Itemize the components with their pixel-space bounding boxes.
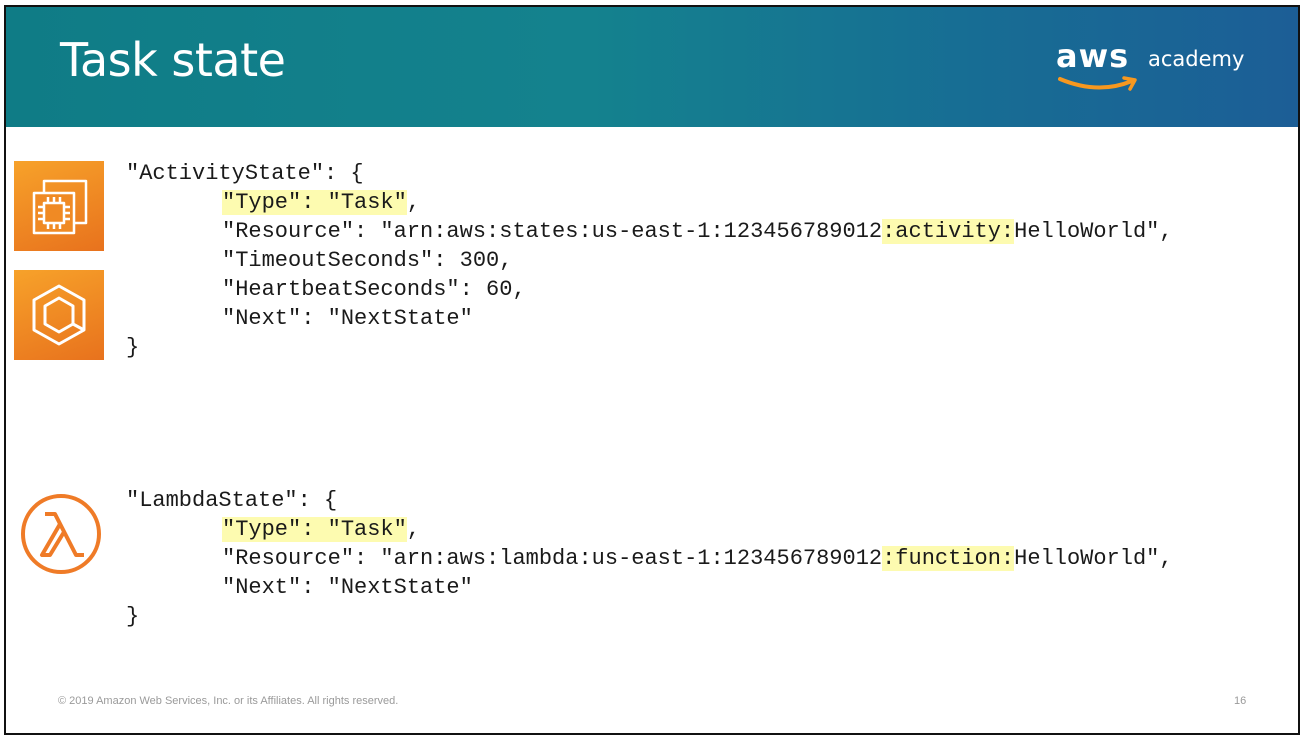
next-line: "Next": "NextState" bbox=[222, 575, 473, 600]
code-line: "Resource": "arn:aws:states:us-east-1:12… bbox=[126, 217, 1173, 246]
code-line: "TimeoutSeconds": 300, bbox=[126, 246, 1173, 275]
resource-suffix: HelloWorld", bbox=[1014, 219, 1173, 244]
lambda-state-code: "LambdaState": { "Type": "Task", "Resour… bbox=[126, 486, 1173, 631]
code-line: "Type": "Task", bbox=[126, 188, 1173, 217]
ec2-compute-icon bbox=[14, 161, 104, 251]
code-line: "HeartbeatSeconds": 60, bbox=[126, 275, 1173, 304]
highlighted-function: :function: bbox=[882, 546, 1015, 571]
code-comma: , bbox=[406, 190, 421, 215]
slide-title: Task state bbox=[60, 33, 286, 87]
code-line: "Type": "Task", bbox=[126, 515, 1173, 544]
logo-academy-text: academy bbox=[1148, 47, 1245, 71]
resource-prefix: "Resource": "arn:aws:lambda:us-east-1:12… bbox=[222, 546, 883, 571]
activity-state-code: "ActivityState": { "Type": "Task", "Reso… bbox=[126, 159, 1173, 362]
code-line: "Next": "NextState" bbox=[126, 573, 1173, 602]
code-comma: , bbox=[406, 517, 421, 542]
highlighted-type: "Type": "Task" bbox=[222, 190, 407, 215]
slide-header: Task state aws academy bbox=[6, 7, 1298, 127]
code-line: "Next": "NextState" bbox=[126, 304, 1173, 333]
code-line: } bbox=[126, 335, 140, 360]
code-line: "ActivityState": { bbox=[126, 161, 364, 186]
footer-copyright: © 2019 Amazon Web Services, Inc. or its … bbox=[58, 695, 399, 707]
highlighted-activity: :activity: bbox=[882, 219, 1015, 244]
lambda-icon bbox=[18, 491, 104, 577]
aws-smile-icon bbox=[1058, 76, 1137, 91]
footer-page-number: 16 bbox=[1234, 695, 1247, 707]
aws-academy-logo: aws academy bbox=[1056, 37, 1256, 97]
code-line: } bbox=[126, 604, 140, 629]
ecs-container-icon bbox=[14, 270, 104, 360]
code-line: "Resource": "arn:aws:lambda:us-east-1:12… bbox=[126, 544, 1173, 573]
timeout-line: "TimeoutSeconds": 300, bbox=[222, 248, 513, 273]
logo-aws-text: aws bbox=[1056, 37, 1130, 75]
resource-suffix: HelloWorld", bbox=[1014, 546, 1173, 571]
next-line: "Next": "NextState" bbox=[222, 306, 473, 331]
code-line: "LambdaState": { bbox=[126, 488, 338, 513]
slide: Task state aws academy "ActivityState": … bbox=[4, 5, 1300, 735]
highlighted-type: "Type": "Task" bbox=[222, 517, 407, 542]
resource-prefix: "Resource": "arn:aws:states:us-east-1:12… bbox=[222, 219, 883, 244]
heartbeat-line: "HeartbeatSeconds": 60, bbox=[222, 277, 526, 302]
